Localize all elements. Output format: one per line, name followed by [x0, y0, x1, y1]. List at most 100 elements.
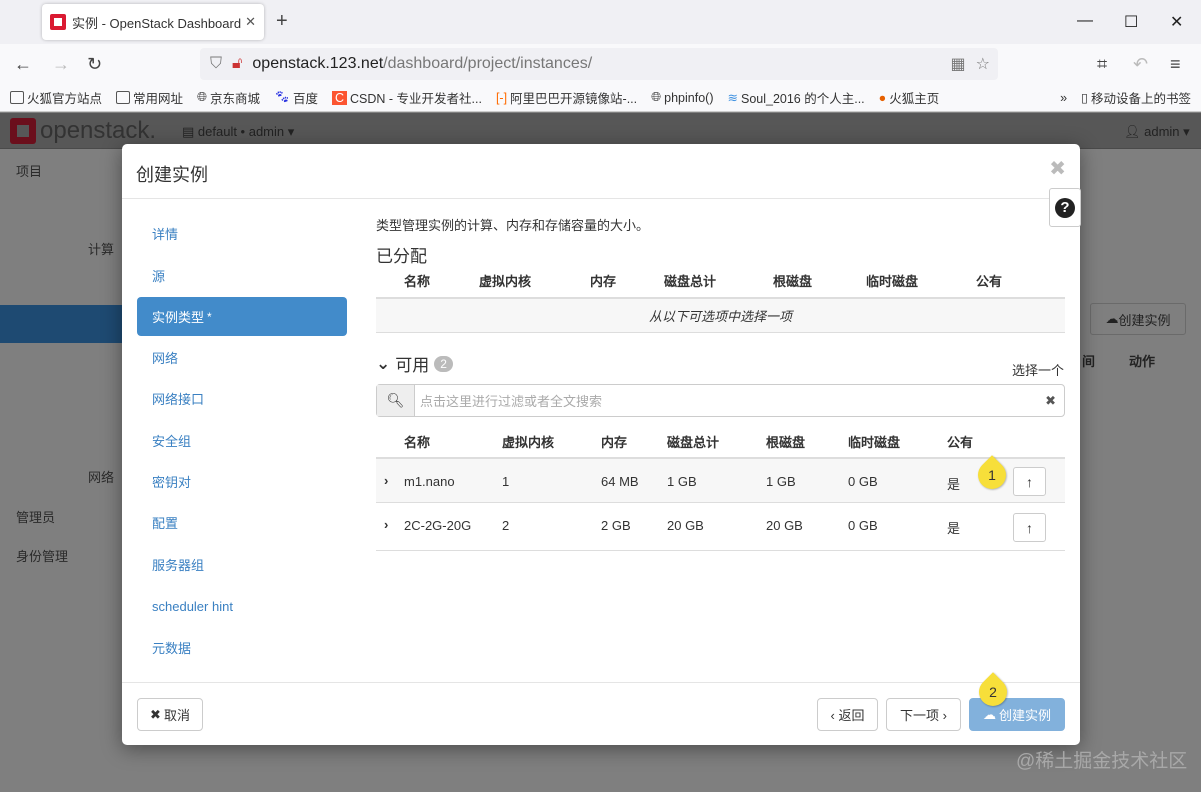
- more-bookmarks-icon[interactable]: »: [1060, 91, 1067, 105]
- column-header: 临时磁盘: [866, 271, 918, 290]
- back-icon[interactable]: ←: [14, 54, 32, 75]
- question-icon: ?: [1055, 198, 1075, 218]
- step-label: 实例类型: [152, 307, 204, 326]
- annotation-marker: 1: [972, 455, 1012, 495]
- soul-icon: ≋: [728, 90, 738, 105]
- close-tab-icon[interactable]: ✕: [245, 14, 256, 30]
- wizard-step-flavor[interactable]: 实例类型*: [137, 297, 347, 336]
- button-label: 创建实例: [999, 705, 1051, 724]
- annotation-marker: 2: [973, 672, 1013, 712]
- wizard-step-server-groups[interactable]: 服务器组: [137, 545, 347, 584]
- flavor-disk: 20 GB: [667, 518, 704, 533]
- window-close-icon[interactable]: ✕: [1170, 12, 1183, 32]
- forward-icon[interactable]: →: [52, 54, 70, 75]
- bookmark[interactable]: 火狐官方站点: [10, 88, 102, 107]
- minimize-icon[interactable]: —: [1077, 12, 1093, 30]
- search-placeholder[interactable]: 点击这里进行过滤或者全文搜索: [415, 391, 1045, 410]
- globe-icon: 🌐︎: [197, 90, 207, 105]
- table-row[interactable]: › m1.nano 1 64 MB 1 GB 1 GB 0 GB 是 ↑ 1: [376, 457, 1065, 503]
- flavor-description: 类型管理实例的计算、内存和存储容量的大小。: [376, 215, 649, 234]
- bookmark[interactable]: 常用网址: [116, 88, 183, 107]
- bookmark-label: 常用网址: [133, 88, 183, 107]
- divider: [122, 682, 1080, 683]
- step-label: 网络: [152, 348, 178, 367]
- flavor-ram: 2 GB: [601, 518, 631, 533]
- mobile-bookmarks[interactable]: ▯移动设备上的书签: [1081, 88, 1191, 107]
- close-icon[interactable]: ✖: [1049, 156, 1066, 181]
- sidebar-identity[interactable]: 身份管理: [16, 546, 68, 565]
- sidebar-compute[interactable]: 计算: [88, 239, 114, 258]
- available-toggle[interactable]: ⌄可用2: [376, 351, 453, 376]
- new-tab-icon[interactable]: +: [276, 10, 288, 33]
- expand-row-icon[interactable]: ›: [384, 517, 388, 532]
- bookmark[interactable]: 🐾︎百度: [274, 88, 318, 107]
- column-header: 内存: [590, 271, 616, 290]
- clear-search-icon[interactable]: ✖: [1045, 393, 1064, 409]
- aliyun-icon: [-]: [496, 91, 507, 105]
- project-selector[interactable]: ▤ default • admin ▾: [182, 124, 294, 140]
- folder-icon: [116, 91, 130, 104]
- star-icon[interactable]: ☆: [976, 54, 990, 74]
- wizard-step-metadata[interactable]: 元数据: [137, 628, 347, 667]
- sidebar-project[interactable]: 项目: [16, 161, 42, 180]
- wizard-step-scheduler-hints[interactable]: scheduler hint: [137, 587, 347, 626]
- baidu-icon: 🐾︎: [274, 90, 290, 105]
- create-instance-modal: 创建实例 ✖ ? 详情 源 实例类型* 网络 网络接口 安全组 密钥对 配置 服…: [122, 144, 1080, 745]
- next-button[interactable]: 下一项 ›: [886, 698, 961, 731]
- shield-icon: ⛉: [210, 55, 222, 73]
- flavor-vcpus: 1: [502, 474, 509, 489]
- globe-icon: 🌐︎: [651, 90, 661, 105]
- wizard-step-network-ports[interactable]: 网络接口: [137, 379, 347, 418]
- wizard-step-networks[interactable]: 网络: [137, 338, 347, 377]
- flavor-public: 是: [947, 518, 960, 537]
- bookmark[interactable]: ≋Soul_2016 的个人主...: [728, 88, 865, 107]
- wizard-step-configuration[interactable]: 配置: [137, 503, 347, 542]
- wizard-step-key-pair[interactable]: 密钥对: [137, 462, 347, 501]
- cloud-upload-icon: ☁︎: [983, 707, 996, 723]
- sidebar-network[interactable]: 网络: [88, 467, 114, 486]
- openstack-logo-icon: [10, 118, 36, 144]
- bg-create-instance-button[interactable]: ☁︎ 创建实例: [1090, 303, 1186, 335]
- wizard-step-security-groups[interactable]: 安全组: [137, 421, 347, 460]
- user-menu[interactable]: 👤︎ admin ▾: [1124, 124, 1190, 140]
- column-header: 内存: [601, 432, 627, 451]
- openstack-logo[interactable]: openstack.: [10, 117, 156, 145]
- firefox-icon: ●: [879, 91, 887, 105]
- flavor-name: m1.nano: [404, 474, 455, 489]
- bookmark[interactable]: ●火狐主页: [879, 88, 940, 107]
- screenshot-icon[interactable]: ⌗: [1097, 54, 1107, 75]
- expand-row-icon[interactable]: ›: [384, 473, 388, 488]
- wizard-step-details[interactable]: 详情: [137, 214, 347, 253]
- column-header: 磁盘总计: [667, 432, 719, 451]
- bookmark[interactable]: [-]阿里巴巴开源镜像站-...: [496, 88, 637, 107]
- step-label: 网络接口: [152, 389, 204, 408]
- help-button[interactable]: ?: [1049, 188, 1081, 227]
- cancel-button[interactable]: ✖取消: [137, 698, 203, 731]
- bookmark[interactable]: 🌐︎京东商城: [197, 88, 260, 107]
- menu-icon[interactable]: ≡: [1170, 54, 1181, 75]
- bg-column-header: 间: [1082, 351, 1095, 370]
- step-label: 源: [152, 266, 165, 285]
- reload-icon[interactable]: ↻: [87, 54, 102, 75]
- flavor-search[interactable]: 🔍︎点击这里进行过滤或者全文搜索✖: [376, 384, 1065, 417]
- url-bar[interactable]: ⛉🔓︎openstack.123.net/dashboard/project/i…: [200, 48, 998, 80]
- bookmark[interactable]: CCSDN - 专业开发者社...: [332, 88, 482, 107]
- column-header: 公有: [947, 432, 973, 451]
- maximize-icon[interactable]: ☐: [1124, 12, 1138, 32]
- qr-code-icon[interactable]: ▦: [951, 54, 966, 74]
- allocate-button[interactable]: ↑: [1013, 513, 1046, 542]
- bookmark[interactable]: 🌐︎phpinfo(): [651, 90, 713, 105]
- table-row[interactable]: › 2C-2G-20G 2 2 GB 20 GB 20 GB 0 GB 是 ↑: [376, 505, 1065, 551]
- bookmark-label: 移动设备上的书签: [1091, 88, 1191, 107]
- allocate-button[interactable]: ↑: [1013, 467, 1046, 496]
- bookmark-label: phpinfo(): [664, 91, 713, 105]
- flavor-ephemeral-disk: 0 GB: [848, 518, 878, 533]
- wizard-step-source[interactable]: 源: [137, 256, 347, 295]
- sidebar-active-item[interactable]: [0, 305, 122, 343]
- sidebar-admin[interactable]: 管理员: [16, 507, 55, 526]
- step-label: 安全组: [152, 431, 191, 450]
- back-button[interactable]: ‹ 返回: [817, 698, 878, 731]
- browser-tab[interactable]: 实例 - OpenStack Dashboard✕: [42, 4, 264, 40]
- undo-icon[interactable]: ↶: [1133, 54, 1148, 75]
- annotation-number: 1: [978, 461, 1006, 489]
